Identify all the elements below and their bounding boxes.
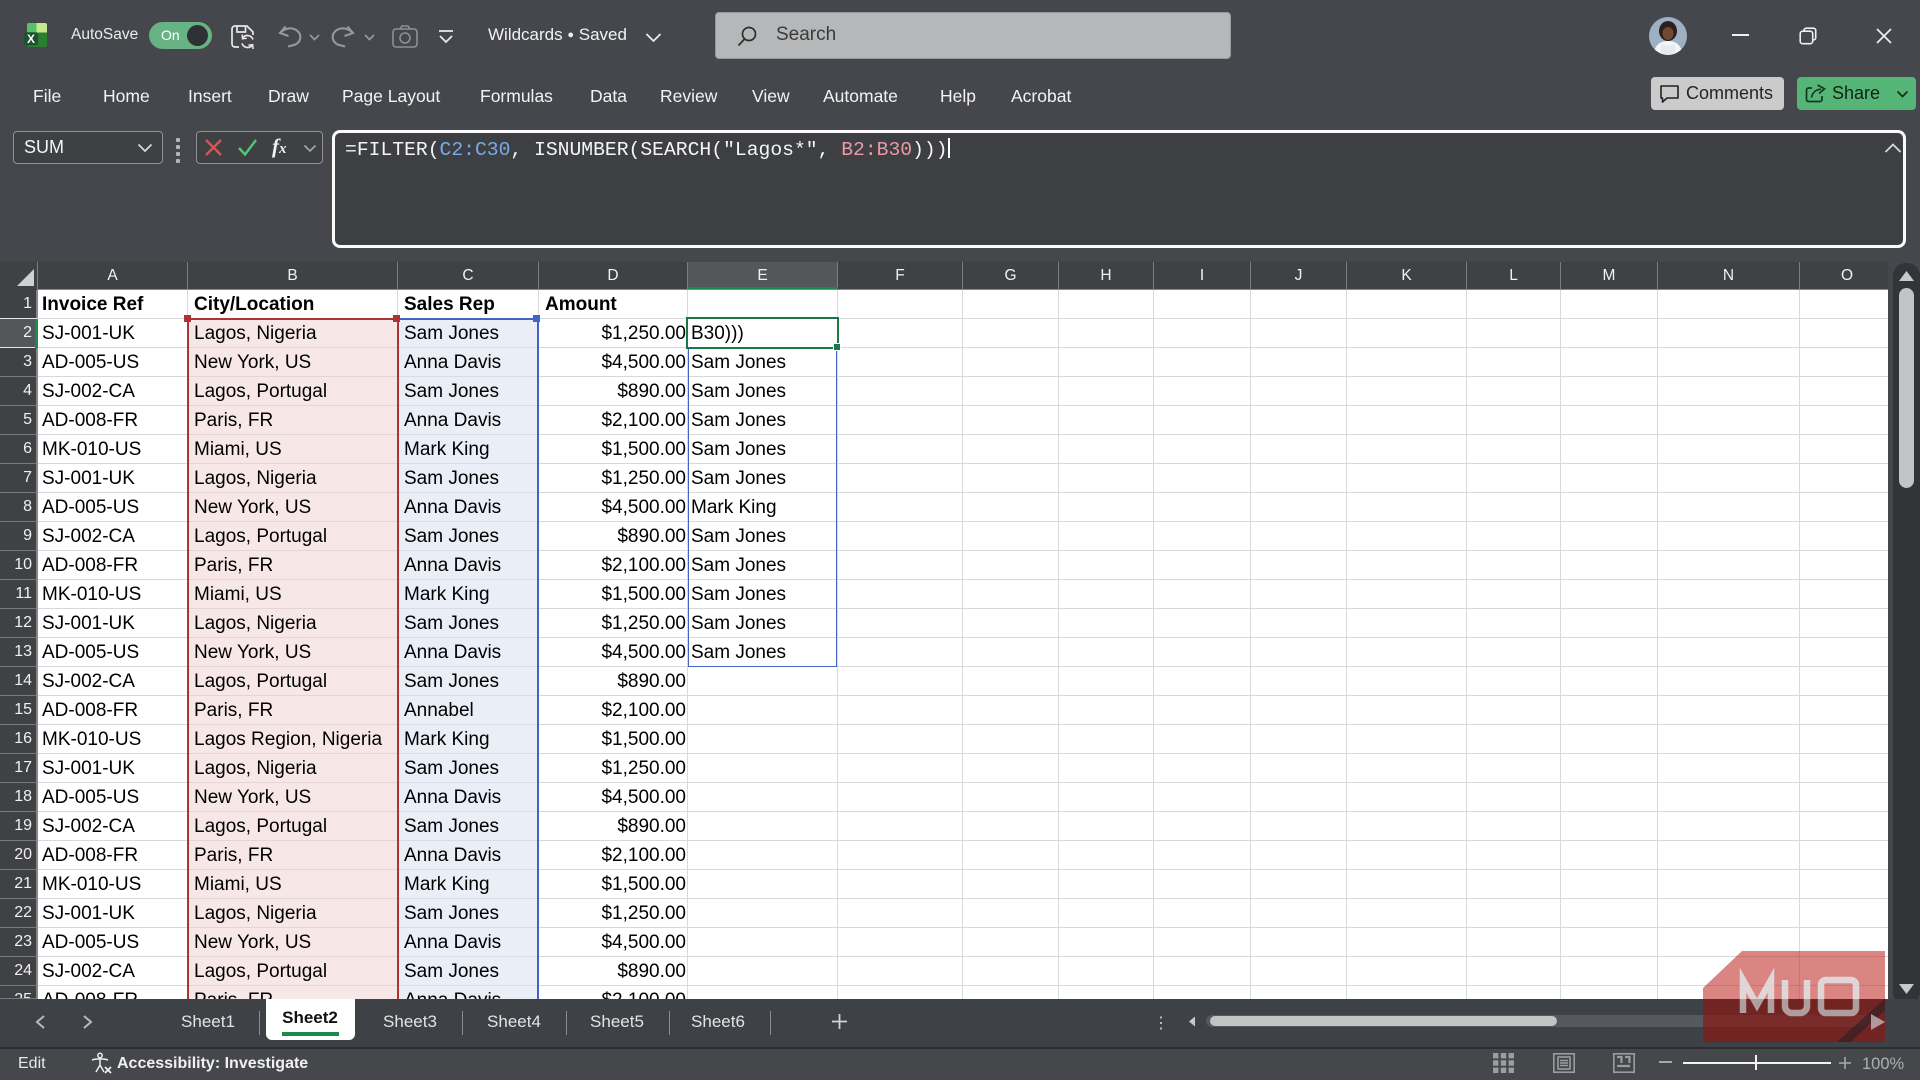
svg-text:X: X: [27, 32, 35, 46]
